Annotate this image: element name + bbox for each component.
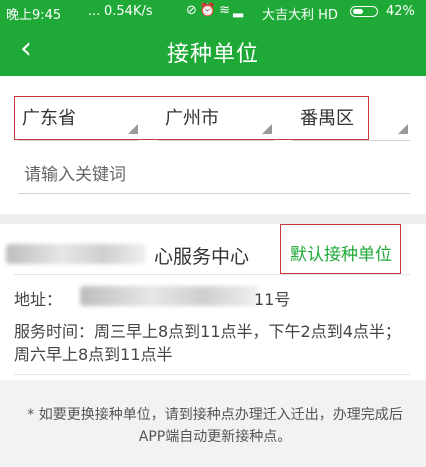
dropdown-corner-icon [398,124,408,134]
service-time: 服务时间：周三早上8点到11点半，下午2点到4点半；周六早上8点到11点半 [14,322,401,364]
dropdown-corner-icon [262,124,272,134]
dropdown-corner-icon [128,124,138,134]
notice-text: * 如要更换接种单位，请到接种点办理迁入迁出，办理完成后APP端自动更新接种点。 [27,407,403,445]
address-label: 地址： [14,290,63,309]
battery-icon [350,6,378,17]
battery-percent: 42% [386,4,415,19]
province-select[interactable]: 广东省 [22,104,76,130]
district-underline [292,140,410,141]
city-select[interactable]: 广州市 [165,104,219,130]
network-speed: 0.54K/s [104,4,153,19]
blurred-name-mask [6,244,146,264]
divider [14,374,410,375]
address-value: 11号 [254,290,291,309]
keyword-search-input[interactable] [18,156,410,194]
blurred-address-mask [80,286,258,306]
province-underline [18,140,138,141]
region-selector: 广东省 广州市 番禺区 [0,94,426,144]
status-icons: ⊘⏰≋▂ [186,3,246,18]
divider [14,274,410,275]
status-dots: ... [88,4,101,19]
default-unit-button[interactable]: 默认接种单位 [290,240,392,265]
vaccination-unit-card[interactable]: 心服务中心 默认接种单位 地址： 11号 服务时间：周三早上8点到11点半，下午… [0,224,426,380]
title-bar: ‹ 接种单位 [0,24,426,76]
city-underline [158,140,274,141]
district-select[interactable]: 番禺区 [300,104,354,130]
status-bar: 晚上9:45 ... 0.54K/s ⊘⏰≋▂ 大吉大利 HD 42% [0,0,426,24]
status-time: 晚上9:45 [6,8,62,23]
section-separator [0,214,426,224]
unit-name: 心服务中心 [154,246,250,268]
notice-section: * 如要更换接种单位，请到接种点办理迁入迁出，办理完成后APP端自动更新接种点。 [0,380,426,467]
carrier-name: 大吉大利 HD [262,8,338,23]
page-title: 接种单位 [166,42,259,67]
